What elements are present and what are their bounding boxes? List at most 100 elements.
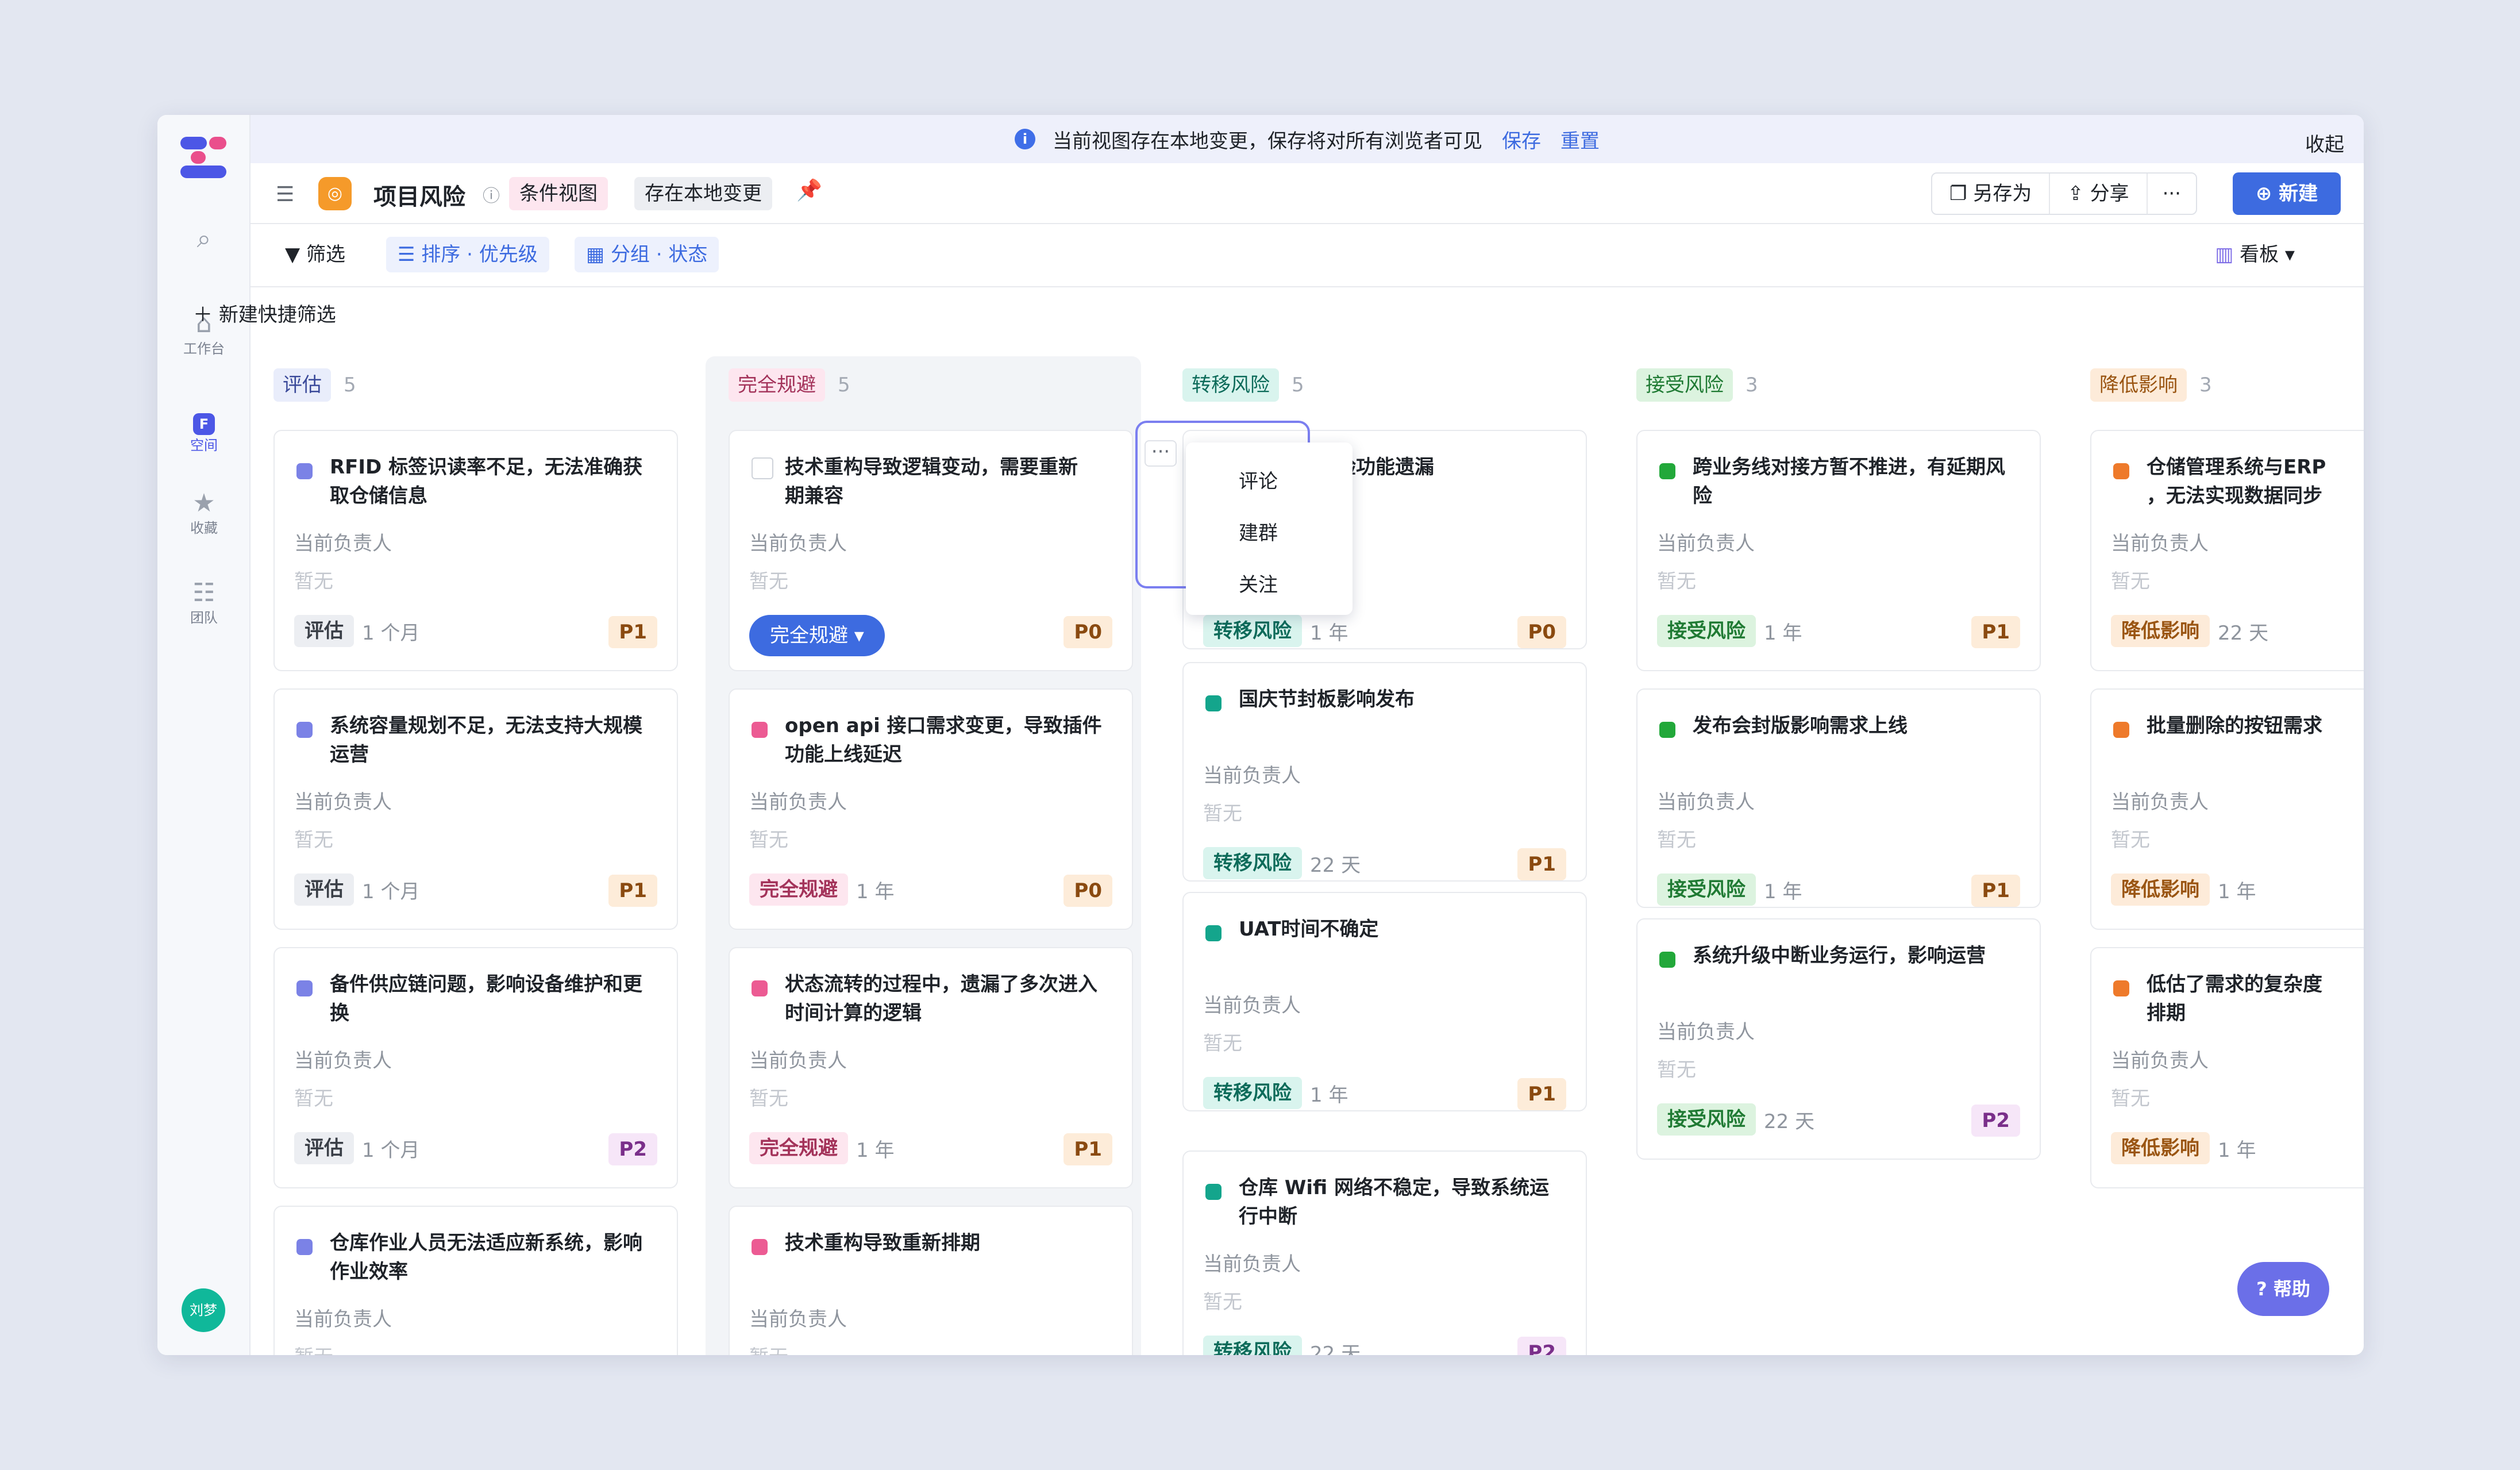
- priority-badge[interactable]: P1: [1971, 875, 2020, 907]
- view-type-tag[interactable]: 条件视图: [509, 177, 608, 210]
- card-title: 仓储管理系统与ERP ，无法实现数据同步: [2147, 456, 2326, 507]
- status-dropdown-label: 完全规避: [770, 624, 848, 647]
- search-icon[interactable]: ⌕: [157, 223, 251, 255]
- priority-badge[interactable]: P1: [1971, 616, 2020, 648]
- sort-button[interactable]: ☰ 排序 · 优先级: [386, 237, 549, 272]
- priority-badge[interactable]: P1: [608, 616, 657, 648]
- status-badge[interactable]: 转移风险: [1203, 847, 1302, 879]
- status-dot-icon: [2113, 722, 2129, 738]
- status-badge[interactable]: 转移风险: [1203, 1336, 1302, 1355]
- card-footer: 降低影响 1 年: [2111, 873, 2364, 908]
- priority-badge[interactable]: P0: [1517, 616, 1566, 648]
- risk-card[interactable]: 仓储管理系统与ERP ，无法实现数据同步 当前负责人 暂无 降低影响 22 天: [2090, 430, 2364, 671]
- status-dot-icon: [296, 722, 313, 738]
- more-button[interactable]: ···: [2148, 174, 2196, 214]
- new-button[interactable]: ⊕ 新建: [2233, 172, 2341, 215]
- card-title: 仓库作业人员无法适应新系统，影响 作业效率: [330, 1232, 642, 1283]
- save-link[interactable]: 保存: [1502, 125, 1541, 153]
- status-badge[interactable]: 完全规避: [749, 873, 848, 906]
- column-label[interactable]: 评估: [273, 368, 331, 402]
- status-badge[interactable]: 降低影响: [2111, 1132, 2210, 1164]
- column-label[interactable]: 转移风险: [1182, 368, 1279, 402]
- risk-card[interactable]: 跨业务线对接方暂不推进，有延期风 险当前负责人 暂无 接受风险 1 年 P1: [1636, 430, 2041, 671]
- priority-badge[interactable]: P0: [1064, 616, 1112, 648]
- rail-favorites[interactable]: ★ 收藏: [157, 487, 251, 537]
- risk-card[interactable]: 低估了需求的复杂度 排期 当前负责人 暂无 降低影响 1 年: [2090, 947, 2364, 1188]
- priority-badge[interactable]: P1: [608, 875, 657, 907]
- card-title: 低估了需求的复杂度 排期: [2147, 973, 2322, 1025]
- status-badge[interactable]: 评估: [294, 615, 354, 647]
- status-dropdown[interactable]: 完全规避 ▾: [749, 615, 885, 656]
- priority-badge[interactable]: P2: [1517, 1337, 1566, 1355]
- priority-badge[interactable]: P2: [1971, 1105, 2020, 1137]
- owner-value: 暂无: [294, 829, 333, 852]
- rail-space[interactable]: F 空间: [157, 405, 251, 454]
- new-quick-filter[interactable]: ＋ 新建快捷筛选: [193, 299, 336, 327]
- status-badge[interactable]: 转移风险: [1203, 1077, 1302, 1109]
- priority-badge[interactable]: P2: [608, 1133, 657, 1165]
- collapse-button[interactable]: 收起: [2305, 129, 2344, 157]
- owner-value: 暂无: [1203, 1291, 1242, 1314]
- priority-badge[interactable]: P1: [1517, 1078, 1566, 1110]
- status-badge[interactable]: 接受风险: [1657, 873, 1756, 906]
- risk-card[interactable]: 批量删除的按钮需求 当前负责人 暂无 降低影响 1 年: [2090, 688, 2364, 930]
- tree-toggle-icon[interactable]: ☰: [276, 183, 294, 206]
- column-label[interactable]: 完全规避: [729, 368, 825, 402]
- group-button[interactable]: ▦ 分组 · 状态: [575, 237, 719, 272]
- menu-item-comment[interactable]: 评论: [1239, 465, 1278, 494]
- view-switch[interactable]: ▥ 看板 ▾: [2203, 237, 2306, 272]
- status-badge[interactable]: 评估: [294, 873, 354, 906]
- status-badge[interactable]: 评估: [294, 1132, 354, 1164]
- filter-button[interactable]: ▼ 筛选: [273, 237, 357, 272]
- risk-card[interactable]: UAT时间不确定 当前负责人 暂无 转移风险 1 年 P1: [1182, 892, 1587, 1111]
- duration-text: 1 个月: [362, 1138, 420, 1162]
- copy-icon: ❐: [1949, 182, 1974, 205]
- risk-card[interactable]: 系统升级中断业务运行，影响运营 当前负责人 暂无 接受风险 22 天 P2: [1636, 918, 2041, 1160]
- avatar[interactable]: 刘梦: [182, 1288, 225, 1332]
- card-footer: 降低影响 1 年: [2111, 1132, 2364, 1167]
- status-badge[interactable]: 接受风险: [1657, 1103, 1756, 1136]
- reset-link[interactable]: 重置: [1560, 125, 1600, 153]
- risk-card[interactable]: 状态流转的过程中，遗漏了多次进入 时间计算的逻辑 当前负责人 暂无 完全规避 1 年 P1: [729, 947, 1133, 1188]
- risk-card[interactable]: 技术重构导致重新排期当前负责人暂无: [729, 1206, 1133, 1355]
- status-badge[interactable]: 降低影响: [2111, 873, 2210, 906]
- risk-card[interactable]: 系统容量规划不足，无法支持大规模 运营 当前负责人 暂无 评估 1 个月 P1: [273, 688, 678, 930]
- pin-icon[interactable]: 📌: [796, 178, 822, 202]
- status-badge[interactable]: 降低影响: [2111, 615, 2210, 647]
- risk-card[interactable]: 备件供应链问题，影响设备维护和更 换当前负责人 暂无 评估 1 个月 P2: [273, 947, 678, 1188]
- owner-value: 暂无: [2111, 829, 2150, 852]
- risk-card[interactable]: RFID 标签识读率不足，无法准确获 取仓储信息 当前负责人 暂无 评估 1 个月 P1: [273, 430, 678, 671]
- card-footer: 评估 1 个月 P1: [294, 615, 657, 649]
- priority-badge[interactable]: P0: [1064, 875, 1112, 907]
- page-title: 项目风险: [373, 184, 465, 210]
- card-footer: 转移风险 1 年 P0: [1203, 615, 1566, 649]
- risk-card[interactable]: 技术重构导致逻辑变动，需要重新 期兼容 当前负责人 暂无 完全规避 ▾ P0: [729, 430, 1133, 671]
- column-label[interactable]: 接受风险: [1636, 368, 1733, 402]
- duration-text: 1 个月: [362, 621, 420, 645]
- app-logo[interactable]: [180, 137, 228, 178]
- status-badge[interactable]: 转移风险: [1203, 615, 1302, 647]
- menu-item-follow[interactable]: 关注: [1239, 569, 1278, 597]
- share-button[interactable]: ⇪ 分享: [2050, 174, 2148, 214]
- info-icon[interactable]: ⓘ: [483, 182, 500, 207]
- help-button[interactable]: ? 帮助: [2237, 1262, 2329, 1316]
- duration-text: 22 天: [1764, 1110, 1815, 1133]
- more-icon[interactable]: ···: [1145, 440, 1177, 467]
- risk-card[interactable]: 国庆节封板影响发布 当前负责人 暂无 转移风险 22 天 P1: [1182, 662, 1587, 882]
- owner-label: 当前负责人: [2111, 532, 2209, 555]
- card-checkbox[interactable]: [752, 457, 773, 479]
- risk-card[interactable]: 仓库 Wifi 网络不稳定，导致系统运 行中断 当前负责人 暂无 转移风险 22 天 P2: [1182, 1150, 1587, 1355]
- risk-card[interactable]: open api 接口需求变更，导致插件 功能上线延迟 当前负责人 暂无 完全规避 1 …: [729, 688, 1133, 930]
- risk-card[interactable]: 发布会封版影响需求上线 当前负责人 暂无 接受风险 1 年 P1: [1636, 688, 2041, 908]
- risk-card[interactable]: 仓库作业人员无法适应新系统，影响 作业效率当前负责人暂无评估: [273, 1206, 678, 1355]
- column-label[interactable]: 降低影响: [2090, 368, 2187, 402]
- menu-item-create-group[interactable]: 建群: [1239, 517, 1278, 545]
- board-column: 评估 5 RFID 标签识读率不足，无法准确获 取仓储信息 当前负责人 暂无 评估 1 个月…: [251, 356, 686, 1355]
- priority-badge[interactable]: P1: [1517, 848, 1566, 880]
- status-badge[interactable]: 接受风险: [1657, 615, 1756, 647]
- priority-badge[interactable]: P1: [1064, 1133, 1112, 1165]
- save-as-button[interactable]: ❐ 另存为: [1932, 174, 2051, 214]
- card-title: 状态流转的过程中，遗漏了多次进入 时间计算的逻辑: [785, 973, 1097, 1025]
- status-badge[interactable]: 完全规避: [749, 1132, 848, 1164]
- rail-team[interactable]: ☷ 团队: [157, 577, 251, 626]
